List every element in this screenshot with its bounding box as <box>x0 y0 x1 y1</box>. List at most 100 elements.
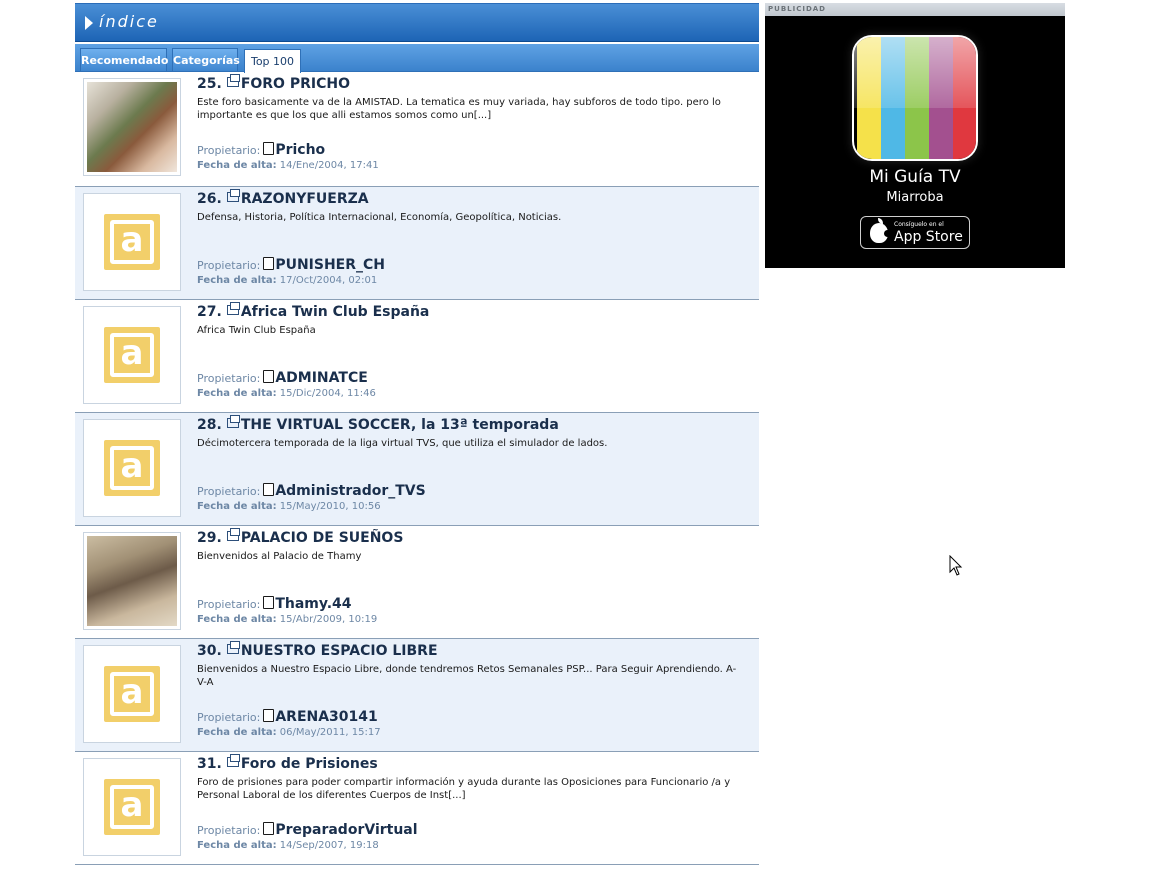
owner-label: Propietario: <box>197 259 261 272</box>
owner-label: Propietario: <box>197 372 261 385</box>
logo-letter: a <box>120 333 144 373</box>
forum-rank: 27. <box>197 304 222 320</box>
forum-owner: Propietario: PreparadorVirtual <box>197 822 418 838</box>
forum-description: Este foro basicamente va de la AMISTAD. … <box>197 97 721 121</box>
forum-row: a 30. NUESTRO ESPACIO LIBRE Bienvenidos a N… <box>75 639 759 752</box>
forum-title-line[interactable]: 30. NUESTRO ESPACIO LIBRE <box>197 641 438 659</box>
owner-label: Propietario: <box>197 144 261 157</box>
forum-title-line[interactable]: 27. Africa Twin Club España <box>197 302 430 320</box>
date-value: 14/Ene/2004, 17:41 <box>279 160 379 171</box>
external-link-icon[interactable] <box>226 74 240 87</box>
logo-letter: a <box>120 220 144 260</box>
owner-label: Propietario: <box>197 711 261 724</box>
forum-description: Bienvenidos a Nuestro Espacio Libre, don… <box>197 664 737 688</box>
forum-title-line[interactable]: 29. PALACIO DE SUEÑOS <box>197 528 404 546</box>
forum-row: a 31. Foro de Prisiones Foro de prisiones p… <box>75 752 759 865</box>
owner-name[interactable]: ARENA30141 <box>275 709 377 725</box>
store-small-text: Consíguelo en el <box>894 221 944 228</box>
logo-box: a <box>104 779 160 835</box>
user-profile-icon[interactable] <box>263 257 275 270</box>
logo-letter: a <box>120 446 144 486</box>
owner-label: Propietario: <box>197 485 261 498</box>
forum-row: 25. FORO PRICHO Este foro basicamente va d… <box>75 72 759 187</box>
forum-created-date: Fecha de alta: 15/May/2010, 10:56 <box>197 501 381 512</box>
logo-box: a <box>104 666 160 722</box>
forum-title[interactable]: NUESTRO ESPACIO LIBRE <box>241 643 438 659</box>
external-link-icon[interactable] <box>226 302 240 315</box>
forum-thumbnail[interactable] <box>83 532 181 630</box>
external-link-icon[interactable] <box>226 528 240 541</box>
forum-owner: Propietario: Thamy.44 <box>197 596 352 612</box>
owner-label: Propietario: <box>197 598 261 611</box>
forum-title-line[interactable]: 31. Foro de Prisiones <box>197 754 378 772</box>
forum-description: Bienvenidos al Palacio de Thamy <box>197 551 362 562</box>
advertisement[interactable]: PUBLICIDAD Mi Guía TV Miarroba Consíguel… <box>765 3 1065 268</box>
user-profile-icon[interactable] <box>263 709 275 722</box>
forum-row: a 28. THE VIRTUAL SOCCER, la 13ª temporada… <box>75 413 759 526</box>
date-label: Fecha de alta: <box>197 614 277 625</box>
owner-name[interactable]: Pricho <box>275 142 325 158</box>
user-profile-icon[interactable] <box>263 370 275 383</box>
owner-name[interactable]: Administrador_TVS <box>275 483 425 499</box>
apple-logo-icon <box>870 218 891 243</box>
forum-rank: 25. <box>197 76 222 92</box>
forum-owner: Propietario: Administrador_TVS <box>197 483 426 499</box>
page-title: índice <box>99 12 159 31</box>
external-link-icon[interactable] <box>226 415 240 428</box>
tab-categorias[interactable]: Categorías <box>172 48 240 71</box>
logo-letter: a <box>120 785 144 825</box>
date-value: 17/Oct/2004, 02:01 <box>279 275 378 286</box>
forum-rank: 30. <box>197 643 222 659</box>
forum-title-line[interactable]: 25. FORO PRICHO <box>197 74 350 92</box>
owner-name[interactable]: ADMINATCE <box>275 370 367 386</box>
miarroba-logo-icon[interactable]: a <box>83 645 181 743</box>
forum-title-line[interactable]: 26. RAZONYFUERZA <box>197 189 369 207</box>
app-store-button[interactable]: Consíguelo en el App Store <box>860 216 970 249</box>
user-profile-icon[interactable] <box>263 822 275 835</box>
tab-recomendado[interactable]: Recomendado <box>80 48 169 71</box>
forum-list: 25. FORO PRICHO Este foro basicamente va d… <box>75 72 759 865</box>
forum-title[interactable]: FORO PRICHO <box>241 76 350 92</box>
forum-row: a 26. RAZONYFUERZA Defensa, Historia, Polít… <box>75 187 759 300</box>
forum-owner: Propietario: ADMINATCE <box>197 370 368 386</box>
date-value: 06/May/2011, 15:17 <box>279 727 381 738</box>
user-profile-icon[interactable] <box>263 596 275 609</box>
forum-rank: 29. <box>197 530 222 546</box>
forum-title-line[interactable]: 28. THE VIRTUAL SOCCER, la 13ª temporada <box>197 415 559 433</box>
date-label: Fecha de alta: <box>197 275 277 286</box>
user-profile-icon[interactable] <box>263 483 275 496</box>
forum-title[interactable]: Foro de Prisiones <box>241 756 378 772</box>
owner-name[interactable]: PUNISHER_CH <box>275 257 385 273</box>
forum-thumbnail[interactable] <box>83 78 181 176</box>
owner-name[interactable]: Thamy.44 <box>275 596 351 612</box>
forum-title[interactable]: Africa Twin Club España <box>241 304 430 320</box>
date-value: 15/Dic/2004, 11:46 <box>279 388 376 399</box>
logo-box: a <box>104 214 160 270</box>
external-link-icon[interactable] <box>226 754 240 767</box>
forum-title[interactable]: RAZONYFUERZA <box>241 191 369 207</box>
forum-title[interactable]: PALACIO DE SUEÑOS <box>241 530 404 546</box>
miarroba-logo-icon[interactable]: a <box>83 306 181 404</box>
forum-created-date: Fecha de alta: 14/Ene/2004, 17:41 <box>197 160 379 171</box>
tab-top-100[interactable]: Top 100 <box>244 49 301 73</box>
date-value: 14/Sep/2007, 19:18 <box>279 840 379 851</box>
forum-row: a 27. Africa Twin Club España Africa Twin C… <box>75 300 759 413</box>
user-profile-icon[interactable] <box>263 142 275 155</box>
forum-description: Décimotercera temporada de la liga virtu… <box>197 438 608 449</box>
miarroba-logo-icon[interactable]: a <box>83 419 181 517</box>
forum-owner: Propietario: ARENA30141 <box>197 709 378 725</box>
indice-header: índice <box>75 3 759 42</box>
miarroba-logo-icon[interactable]: a <box>83 758 181 856</box>
tabs-bar: Recomendado Categorías Top 100 <box>75 44 759 73</box>
miarroba-logo-icon[interactable]: a <box>83 193 181 291</box>
store-big-text: App Store <box>894 229 963 245</box>
forum-created-date: Fecha de alta: 06/May/2011, 15:17 <box>197 727 381 738</box>
owner-name[interactable]: PreparadorVirtual <box>275 822 417 838</box>
external-link-icon[interactable] <box>226 641 240 654</box>
forum-description: Africa Twin Club España <box>197 325 316 336</box>
mi-guia-tv-app-icon[interactable] <box>852 35 978 161</box>
forum-title[interactable]: THE VIRTUAL SOCCER, la 13ª temporada <box>241 417 559 433</box>
logo-box: a <box>104 327 160 383</box>
logo-letter: a <box>120 672 144 712</box>
external-link-icon[interactable] <box>226 189 240 202</box>
